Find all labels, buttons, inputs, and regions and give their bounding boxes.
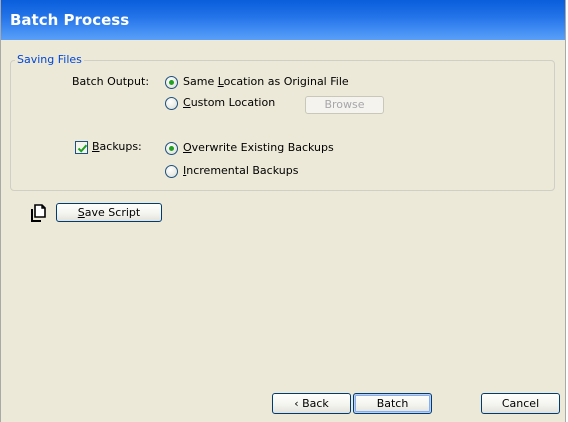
- title-bar: Batch Process: [1, 0, 565, 40]
- custom-location-radio[interactable]: [165, 97, 178, 110]
- same-location-radio[interactable]: [165, 76, 178, 89]
- back-button[interactable]: ‹ Back: [272, 393, 351, 414]
- backups-checkbox[interactable]: [75, 141, 88, 154]
- incremental-backups-label[interactable]: Incremental Backups: [183, 164, 298, 177]
- overwrite-backups-label[interactable]: Overwrite Existing Backups: [183, 141, 334, 154]
- cancel-button[interactable]: Cancel: [481, 393, 560, 414]
- batch-output-label: Batch Output:: [72, 75, 150, 88]
- incremental-backups-radio[interactable]: [165, 165, 178, 178]
- batch-button[interactable]: Batch: [353, 393, 432, 414]
- browse-button[interactable]: Browse: [305, 96, 384, 114]
- save-script-button[interactable]: Save Script: [56, 203, 162, 222]
- overwrite-backups-radio[interactable]: [165, 142, 178, 155]
- custom-location-label[interactable]: Custom Location: [183, 96, 275, 109]
- checkmark-icon: [77, 144, 88, 153]
- batch-process-dialog: Batch Process Saving Files Batch Output:…: [0, 0, 566, 422]
- script-document-icon: [31, 204, 48, 225]
- backups-label[interactable]: Backups:: [92, 140, 142, 153]
- saving-files-legend: Saving Files: [15, 53, 84, 66]
- dialog-title: Batch Process: [10, 11, 130, 29]
- same-location-label[interactable]: Same Location as Original File: [183, 75, 349, 88]
